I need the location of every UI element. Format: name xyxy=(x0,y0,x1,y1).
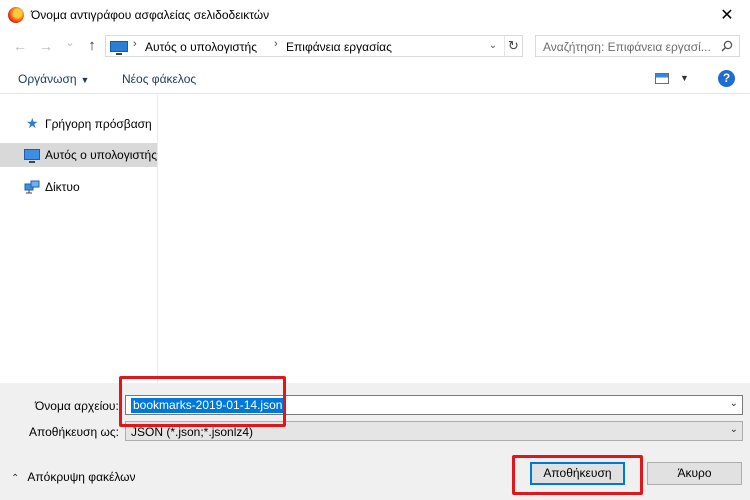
recent-locations-chevron-icon[interactable]: ⌄ xyxy=(62,35,78,51)
sidebar-item-label: Αυτός ο υπολογιστής xyxy=(45,148,157,162)
computer-icon xyxy=(24,149,40,163)
breadcrumb-this-pc[interactable]: Αυτός ο υπολογιστής xyxy=(145,40,257,54)
save-as-type-label: Αποθήκευση ως: xyxy=(29,425,119,439)
up-arrow-icon[interactable]: ↑ xyxy=(84,38,100,54)
firefox-icon xyxy=(8,7,24,23)
save-button[interactable]: Αποθήκευση xyxy=(530,462,625,485)
filename-input-value[interactable]: bookmarks-2019-01-14.json xyxy=(131,398,285,413)
sidebar-item-quick-access[interactable]: ★ Γρήγορη πρόσβαση xyxy=(0,112,157,136)
navigation-bar: ← → ⌄ ↑ › Αυτός ο υπολογιστής › Επιφάνει… xyxy=(0,31,750,61)
sidebar-item-label: Δίκτυο xyxy=(45,180,80,194)
network-icon xyxy=(24,180,40,194)
search-placeholder: Αναζήτηση: Επιφάνεια εργασί... xyxy=(543,40,711,54)
sidebar-item-this-pc[interactable]: Αυτός ο υπολογιστής xyxy=(0,143,157,167)
cancel-button[interactable]: Άκυρο xyxy=(647,462,742,485)
refresh-icon[interactable]: ↻ xyxy=(504,36,522,56)
computer-icon xyxy=(110,41,128,55)
help-icon[interactable]: ? xyxy=(718,70,735,87)
hide-folders-label: Απόκρυψη φακέλων xyxy=(27,470,136,484)
window-title: Όνομα αντιγράφου ασφαλείας σελιδοδεικτών xyxy=(31,8,270,22)
chevron-down-icon[interactable]: ⌄ xyxy=(730,424,738,435)
save-form: Όνομα αρχείου: bookmarks-2019-01-14.json… xyxy=(0,383,750,500)
organize-label: Οργάνωση xyxy=(18,72,77,86)
forward-arrow-icon[interactable]: → xyxy=(38,38,54,54)
view-options-chevron-icon[interactable]: ▼ xyxy=(680,73,689,83)
sidebar-item-network[interactable]: Δίκτυο xyxy=(0,175,157,199)
command-bar: Οργάνωση ▼ Νέος φάκελος ▼ xyxy=(0,64,750,94)
file-list-area[interactable] xyxy=(159,95,750,383)
close-button[interactable]: ✕ xyxy=(704,0,750,30)
search-icon[interactable] xyxy=(721,40,733,52)
navigation-pane: ★ Γρήγορη πρόσβαση Αυτός ο υπολογιστής Δ… xyxy=(0,95,158,383)
back-arrow-icon[interactable]: ← xyxy=(12,38,28,54)
address-bar[interactable]: › Αυτός ο υπολογιστής › Επιφάνεια εργασί… xyxy=(105,35,523,57)
save-as-type-value: JSON (*.json;*.jsonlz4) xyxy=(131,425,254,439)
title-bar: Όνομα αντιγράφου ασφαλείας σελιδοδεικτών… xyxy=(0,0,750,30)
breadcrumb-separator-icon: › xyxy=(274,38,278,50)
address-dropdown-icon[interactable]: ⌄ xyxy=(484,37,502,55)
breadcrumb-separator-icon: › xyxy=(133,38,137,50)
chevron-down-icon[interactable]: ⌄ xyxy=(730,398,738,409)
new-folder-button[interactable]: Νέος φάκελος xyxy=(122,72,196,86)
search-field[interactable]: Αναζήτηση: Επιφάνεια εργασί... xyxy=(535,35,740,57)
save-as-type-select[interactable]: JSON (*.json;*.jsonlz4) ⌄ xyxy=(125,421,743,441)
chevron-up-icon: ⌃ xyxy=(11,473,20,484)
filename-label: Όνομα αρχείου: xyxy=(35,399,119,413)
filename-field[interactable]: bookmarks-2019-01-14.json ⌄ xyxy=(125,395,743,415)
star-icon: ★ xyxy=(26,115,39,131)
organize-button[interactable]: Οργάνωση ▼ xyxy=(18,72,89,86)
sidebar-item-label: Γρήγορη πρόσβαση xyxy=(45,117,152,131)
hide-folders-toggle[interactable]: ⌃ Απόκρυψη φακέλων xyxy=(11,470,136,484)
view-options-icon[interactable] xyxy=(655,73,669,84)
chevron-down-icon: ▼ xyxy=(80,75,90,85)
breadcrumb-desktop[interactable]: Επιφάνεια εργασίας xyxy=(286,40,392,54)
